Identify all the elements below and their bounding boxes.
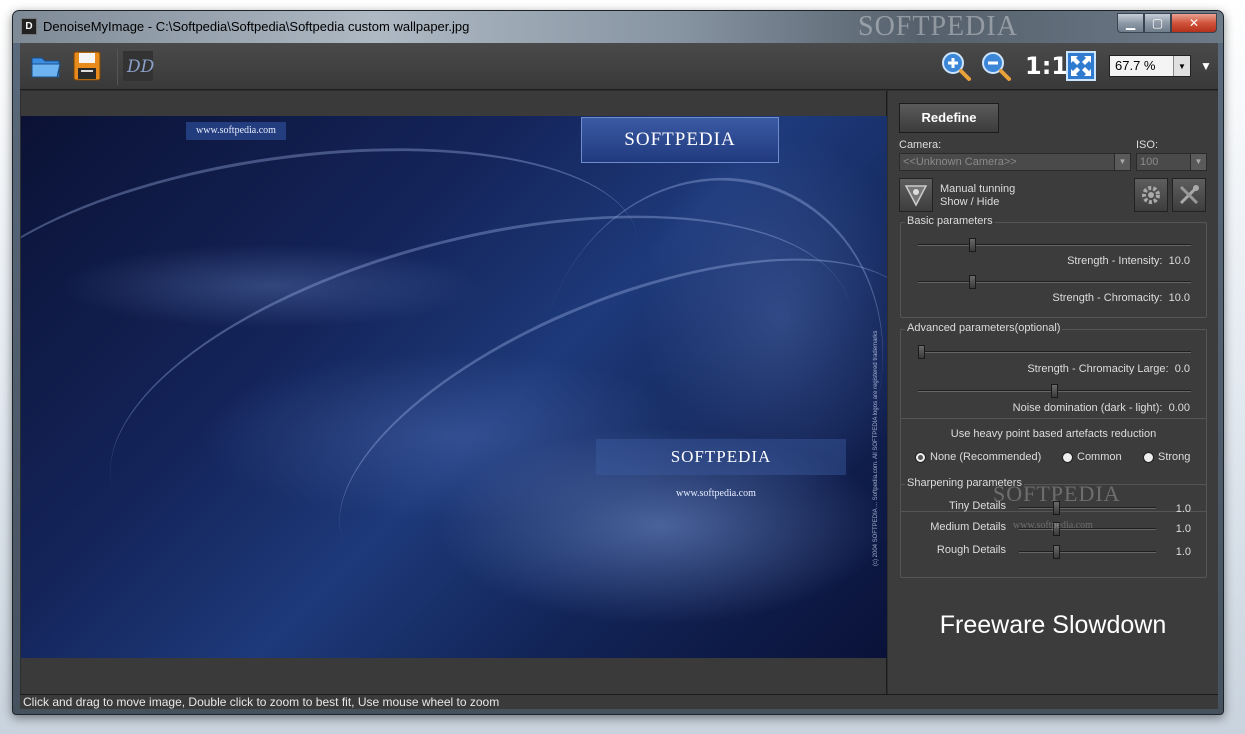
chevron-down-icon[interactable]: ▼ <box>1114 154 1130 170</box>
image-viewer[interactable]: www.softpedia.com SOFTPEDIA SOFTPEDIA ww… <box>21 91 887 694</box>
tools-icon <box>1179 185 1199 205</box>
noise-domination-slider[interactable] <box>918 384 1191 398</box>
wallpaper-vertical-text: (c) 2004 SOFTPEDIA ... Softpedia.com. Al… <box>873 330 879 566</box>
chromacity-large-slider[interactable] <box>918 345 1191 359</box>
zoom-value: 67.7 % <box>1115 58 1156 73</box>
status-bar: Click and drag to move image, Double cli… <box>20 694 1218 709</box>
chromacity-large-readout: Strength - Chromacity Large: 0.0 <box>901 363 1190 375</box>
tiny-details-label: Tiny Details <box>948 500 1006 512</box>
slider-thumb[interactable] <box>969 275 976 289</box>
watermark: SOFTPEDIA <box>993 481 1121 506</box>
noise-domination-label: Noise domination (dark - light): <box>1012 402 1163 414</box>
intensity-value: 10.0 <box>1168 255 1190 267</box>
rough-details-label: Rough Details <box>936 544 1006 556</box>
wallpaper-logo-top: SOFTPEDIA <box>581 117 779 163</box>
radio-dot[interactable] <box>1143 451 1154 463</box>
slider-thumb[interactable] <box>1053 545 1060 559</box>
zoom-out-icon[interactable] <box>980 50 1012 82</box>
chromacity-readout: Strength - Chromacity: 10.0 <box>901 292 1190 304</box>
wallpaper-url-mid: www.softpedia.com <box>676 488 756 499</box>
title-bar[interactable]: D DenoiseMyImage - C:\Softpedia\Softpedi… <box>13 11 1223 43</box>
close-button[interactable]: ✕ <box>1171 13 1217 33</box>
camera-settings-button[interactable] <box>1134 178 1168 212</box>
chevron-down-icon[interactable]: ▼ <box>1173 56 1190 76</box>
toolbar-separator <box>117 49 118 85</box>
logo-icon[interactable]: DD <box>122 50 154 82</box>
open-folder-icon[interactable] <box>30 50 62 82</box>
app-window: D DenoiseMyImage - C:\Softpedia\Softpedi… <box>12 10 1224 715</box>
noise-domination-value: 0.00 <box>1168 402 1190 414</box>
show-hide-label: Show / Hide <box>940 196 1000 208</box>
chevron-down-icon[interactable]: ▼ <box>1190 154 1206 170</box>
radio-strong-label: Strong <box>1158 451 1191 463</box>
advanced-parameters-title: Advanced parameters(optional) <box>905 322 1063 334</box>
camera-label: Camera: <box>899 139 942 151</box>
manual-tuning-toggle[interactable] <box>899 178 933 212</box>
title-watermark: SOFTPEDIA <box>858 11 1018 42</box>
camera-select[interactable]: <<Unknown Camera>> ▼ <box>899 153 1131 171</box>
radio-common-label: Common <box>1077 451 1122 463</box>
actual-size-button[interactable]: 1:1 <box>1025 52 1068 80</box>
menu-arrow-icon[interactable]: ▼ <box>1200 59 1212 73</box>
noise-domination-readout: Noise domination (dark - light): 0.00 <box>901 402 1190 414</box>
radio-dot[interactable] <box>1062 451 1073 463</box>
minimize-button[interactable]: ▁ <box>1117 13 1144 33</box>
camera-select-value: <<Unknown Camera>> <box>903 156 1017 168</box>
chromacity-label: Strength - Chromacity: <box>1052 292 1163 304</box>
chromacity-large-label: Strength - Chromacity Large: <box>1027 363 1169 375</box>
intensity-slider[interactable] <box>918 238 1191 252</box>
triangle-filter-icon <box>904 185 928 207</box>
radio-strong[interactable]: Strong <box>1143 451 1190 463</box>
toolbar: DD 1:1 67.7 % ▼ ▼ <box>20 43 1218 90</box>
slider-thumb[interactable] <box>918 345 925 359</box>
rough-details-slider[interactable] <box>1019 545 1156 559</box>
zoom-select[interactable]: 67.7 % ▼ <box>1109 55 1191 77</box>
window-controls: ▁ ▢ ✕ <box>1117 13 1217 33</box>
radio-none[interactable]: None (Recommended) <box>915 451 1041 463</box>
iso-select[interactable]: 100 ▼ <box>1136 153 1207 171</box>
window-title: DenoiseMyImage - C:\Softpedia\Softpedia\… <box>43 19 470 34</box>
slider-thumb[interactable] <box>1051 384 1058 398</box>
wallpaper-url-top: www.softpedia.com <box>186 122 286 140</box>
client-area: DD 1:1 67.7 % ▼ ▼ www.softpedia.com SOFT… <box>20 43 1218 709</box>
iso-select-value: 100 <box>1140 156 1159 168</box>
slider-thumb[interactable] <box>969 238 976 252</box>
basic-parameters-title: Basic parameters <box>905 215 995 227</box>
iso-label: ISO: <box>1136 139 1159 151</box>
radio-none-label: None (Recommended) <box>930 451 1042 463</box>
basic-parameters-group: Basic parameters Strength - Intensity: 1… <box>900 215 1207 318</box>
fit-icon[interactable] <box>1065 50 1097 82</box>
freeware-notice: Freeware Slowdown <box>939 611 1167 639</box>
tiny-details-value: 1.0 <box>1175 503 1191 515</box>
chromacity-large-value: 0.0 <box>1174 363 1190 375</box>
zoom-in-icon[interactable] <box>940 50 972 82</box>
chromacity-slider[interactable] <box>918 275 1191 289</box>
intensity-label: Strength - Intensity: <box>1067 255 1163 267</box>
settings-panel: Redefine Camera: ISO: <<Unknown Camera>>… <box>888 91 1218 694</box>
artefacts-title: Use heavy point based artefacts reductio… <box>950 428 1157 440</box>
wallpaper-image[interactable]: www.softpedia.com SOFTPEDIA SOFTPEDIA ww… <box>21 116 887 658</box>
divider <box>901 418 1206 419</box>
svg-text:DD: DD <box>126 57 154 77</box>
redefine-button[interactable]: Redefine <box>899 103 999 133</box>
intensity-readout: Strength - Intensity: 10.0 <box>901 255 1190 267</box>
tools-button[interactable] <box>1172 178 1206 212</box>
gear-icon <box>1142 186 1160 204</box>
rough-details-value: 1.0 <box>1175 546 1191 558</box>
maximize-button[interactable]: ▢ <box>1144 13 1171 33</box>
watermark-url: www.softpedia.com <box>1013 520 1093 531</box>
chromacity-value: 10.0 <box>1168 292 1190 304</box>
medium-details-value: 1.0 <box>1175 523 1191 535</box>
medium-details-label: Medium Details <box>930 521 1006 533</box>
radio-dot[interactable] <box>915 451 926 463</box>
wallpaper-logo-mid: SOFTPEDIA <box>596 439 846 475</box>
save-icon[interactable] <box>71 50 103 82</box>
app-icon: D <box>21 18 37 35</box>
manual-tuning-label: Manual tunning <box>940 183 1016 195</box>
radio-common[interactable]: Common <box>1062 451 1122 463</box>
